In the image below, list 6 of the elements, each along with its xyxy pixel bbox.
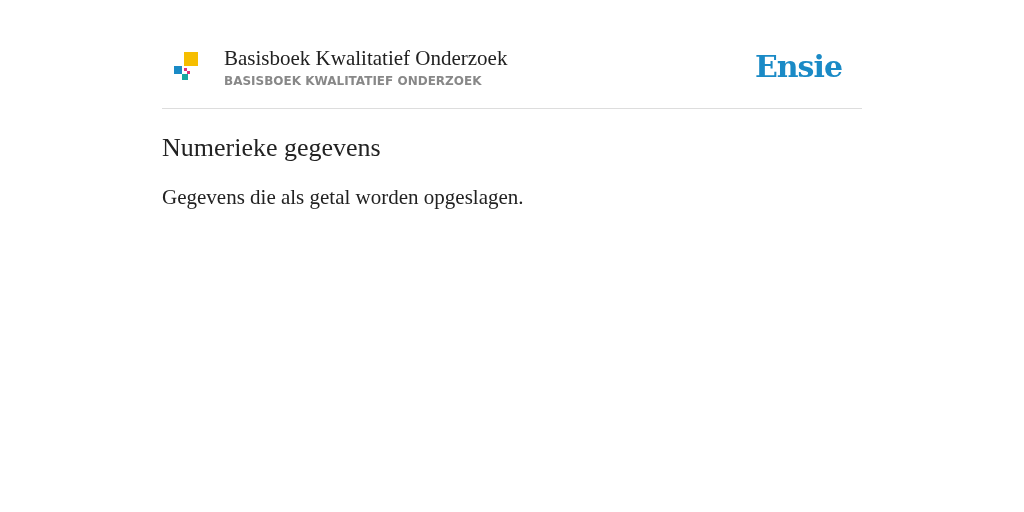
entry-term: Numerieke gegevens [162,133,382,163]
book-title[interactable]: Basisboek Kwalitatief Onderzoek [224,44,755,72]
brand-logo[interactable]: Ensie [754,48,842,84]
book-subtitle: BASISBOEK KWALITATIEF ONDERZOEK [224,74,483,88]
book-logo-icon [174,52,198,82]
entry-definition: Gegevens die als getal worden opgeslagen. [162,185,525,210]
